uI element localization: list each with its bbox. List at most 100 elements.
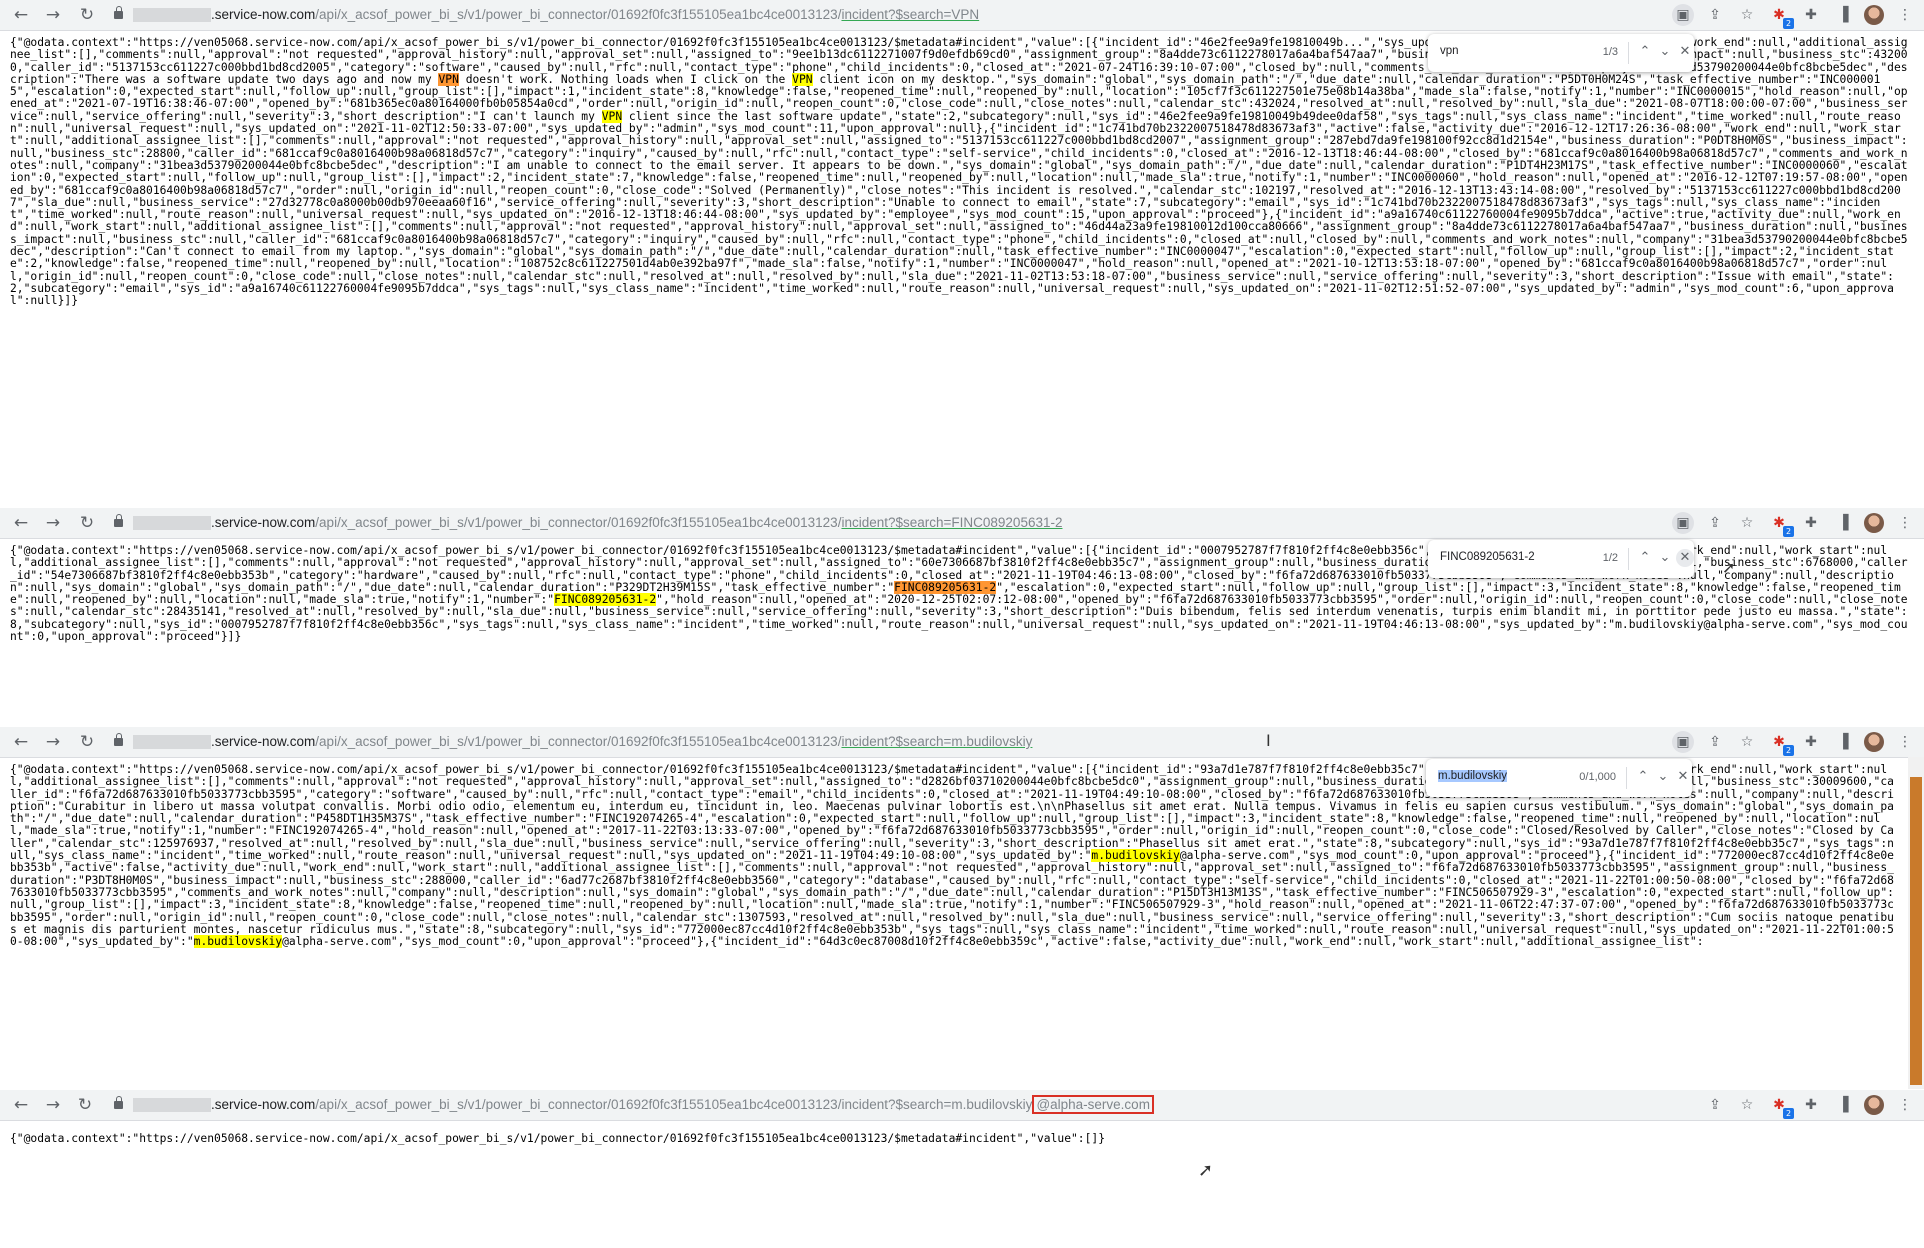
share-icon[interactable]: ⇪ — [1704, 1094, 1726, 1116]
puzzle-icon[interactable]: ✚ — [1800, 1094, 1822, 1116]
menu-icon[interactable]: ⋮ — [1894, 731, 1916, 753]
avatar[interactable] — [1864, 5, 1884, 25]
close-icon[interactable]: ✕ — [1676, 43, 1694, 61]
back-arrow-icon[interactable]: ← — [10, 731, 32, 753]
lock-icon — [114, 1096, 123, 1109]
share-icon[interactable]: ⇪ — [1704, 512, 1726, 534]
menu-icon[interactable]: ⋮ — [1894, 512, 1916, 534]
find-input[interactable]: m.budilovskiy — [1438, 770, 1578, 786]
find-input[interactable]: FINC089205631-2 — [1440, 551, 1580, 567]
find-input[interactable]: vpn — [1440, 45, 1580, 61]
reload-icon[interactable]: ↻ — [76, 4, 98, 26]
reload-icon[interactable]: ↻ — [76, 731, 98, 753]
menu-icon[interactable]: ⋮ — [1894, 4, 1916, 26]
back-arrow-icon[interactable]: ← — [10, 1094, 32, 1116]
reload-icon[interactable]: ↻ — [76, 512, 98, 534]
star-icon[interactable]: ☆ — [1736, 731, 1758, 753]
search-match: FINC089205631-2 — [894, 580, 997, 594]
find-bar: m.budilovskiy 0/1,000 ⌃ ⌄ ✕ — [1426, 759, 1692, 797]
divider — [1628, 42, 1629, 64]
find-count: 0/1,000 — [1579, 771, 1616, 783]
address-bar[interactable]: .service-now.com/api/x_acsof_power_bi_s/… — [114, 730, 1754, 754]
address-bar[interactable]: .service-now.com/api/x_acsof_power_bi_s/… — [114, 511, 1754, 535]
browser-window-vpn: ← → ↻ .service-now.com/api/x_acsof_power… — [0, 0, 1924, 404]
avatar[interactable] — [1864, 513, 1884, 533]
back-arrow-icon[interactable]: ← — [10, 512, 32, 534]
find-bar: vpn 1/3 ⌃ ⌄ ✕ — [1428, 34, 1694, 72]
chevron-up-icon[interactable]: ⌃ — [1636, 549, 1654, 567]
toolbar-actions: ▣ ⇪ ☆ ✱ 2 ✚ ▐ ⋮ — [1672, 512, 1916, 537]
sidebar-icon[interactable]: ▐ — [1832, 512, 1854, 534]
share-icon[interactable]: ⇪ — [1704, 731, 1726, 753]
extension-badge-icon[interactable]: ✱ 2 — [1768, 4, 1794, 29]
find-bar: FINC089205631-2 1/2 ⌃ ⌄ ✕ — [1428, 540, 1694, 578]
forward-arrow-icon[interactable]: → — [42, 1094, 64, 1116]
close-icon[interactable]: ✕ — [1676, 549, 1694, 567]
puzzle-icon[interactable]: ✚ — [1800, 731, 1822, 753]
share-icon[interactable]: ⇪ — [1704, 4, 1726, 26]
chevron-down-icon[interactable]: ⌄ — [1654, 768, 1672, 786]
forward-arrow-icon[interactable]: → — [42, 4, 64, 26]
json-response: {"@odata.context":"https://ven05068.serv… — [0, 1121, 1924, 1151]
page-icon[interactable]: ▣ — [1672, 731, 1694, 753]
mouse-pointer-icon: ➚ — [1198, 1160, 1214, 1181]
chevron-down-icon[interactable]: ⌄ — [1656, 549, 1674, 567]
address-bar[interactable]: .service-now.com/api/x_acsof_power_bi_s/… — [114, 1093, 1754, 1117]
sidebar-icon[interactable]: ▐ — [1832, 731, 1854, 753]
menu-icon[interactable]: ⋮ — [1894, 1094, 1916, 1116]
redacted-subdomain — [133, 8, 211, 23]
address-bar[interactable]: .service-now.com/api/x_acsof_power_bi_s/… — [114, 3, 1754, 27]
url-domain: .service-now.com — [211, 1097, 316, 1112]
find-count: 1/3 — [1602, 46, 1618, 58]
browser-window-finc: ← → ↻ .service-now.com/api/x_acsof_power… — [0, 508, 1924, 726]
page-icon[interactable]: ▣ — [1672, 4, 1694, 26]
forward-arrow-icon[interactable]: → — [42, 512, 64, 534]
forward-arrow-icon[interactable]: → — [42, 731, 64, 753]
scrollbar[interactable] — [1908, 757, 1924, 1089]
back-arrow-icon[interactable]: ← — [10, 4, 32, 26]
lock-icon — [114, 6, 123, 19]
chevron-up-icon[interactable]: ⌃ — [1636, 43, 1654, 61]
puzzle-icon[interactable]: ✚ — [1800, 512, 1822, 534]
url-query: incident?$search=VPN — [841, 7, 980, 22]
url-query: incident?$search=m.budilovskiy — [841, 734, 1033, 749]
extension-badge-icon[interactable]: ✱ 2 — [1768, 731, 1794, 756]
url-query: incident?$search=FINC089205631-2 — [841, 515, 1063, 530]
scrollbar-thumb[interactable] — [1910, 777, 1922, 1085]
star-icon[interactable]: ☆ — [1736, 1094, 1758, 1116]
extension-badge-icon[interactable]: ✱ 2 — [1768, 1094, 1794, 1119]
page-icon[interactable]: ▣ — [1672, 512, 1694, 534]
reload-icon[interactable]: ↻ — [74, 1094, 96, 1116]
lock-icon — [114, 514, 123, 527]
mouse-pointer-icon: ➚ — [1722, 558, 1736, 577]
chevron-up-icon[interactable]: ⌃ — [1634, 768, 1652, 786]
search-match: FINC089205631-2 — [554, 593, 657, 607]
lock-icon — [114, 733, 123, 746]
search-match: VPN — [792, 72, 813, 86]
divider — [1626, 767, 1627, 789]
browser-toolbar: ← → ↻ .service-now.com/api/x_acsof_power… — [0, 727, 1924, 758]
json-response: {"@odata.context":"https://ven05068.serv… — [0, 31, 1924, 314]
url-domain: .service-now.com — [211, 515, 316, 530]
avatar[interactable] — [1864, 732, 1884, 752]
chevron-down-icon[interactable]: ⌄ — [1656, 43, 1674, 61]
url-domain: .service-now.com — [211, 734, 316, 749]
browser-toolbar: ← → ↻ .service-now.com/api/x_acsof_power… — [0, 0, 1924, 31]
close-icon[interactable]: ✕ — [1674, 768, 1692, 786]
find-query-selected: m.budilovskiy — [1438, 770, 1508, 782]
text-cursor-icon: I — [1266, 731, 1271, 750]
extension-badge-icon[interactable]: ✱ 2 — [1768, 512, 1794, 537]
search-match: VPN — [438, 72, 459, 86]
avatar[interactable] — [1864, 1095, 1884, 1115]
toolbar-actions: ▣ ⇪ ☆ ✱ 2 ✚ ▐ ⋮ — [1672, 731, 1916, 756]
json-text: {"@odata.context":"https://ven05068.serv… — [10, 1132, 1106, 1145]
browser-toolbar: ← → ↻ .service-now.com/api/x_acsof_power… — [0, 1090, 1924, 1121]
star-icon[interactable]: ☆ — [1736, 512, 1758, 534]
sidebar-icon[interactable]: ▐ — [1832, 1094, 1854, 1116]
puzzle-icon[interactable]: ✚ — [1800, 4, 1822, 26]
url-query: incident?$search=m.budilovskiy — [841, 1097, 1033, 1112]
url-highlight-box: @alpha-serve.com — [1032, 1095, 1154, 1114]
star-icon[interactable]: ☆ — [1736, 4, 1758, 26]
json-text: doesn't work. Nothing loads when I click… — [458, 72, 793, 86]
sidebar-icon[interactable]: ▐ — [1832, 4, 1854, 26]
